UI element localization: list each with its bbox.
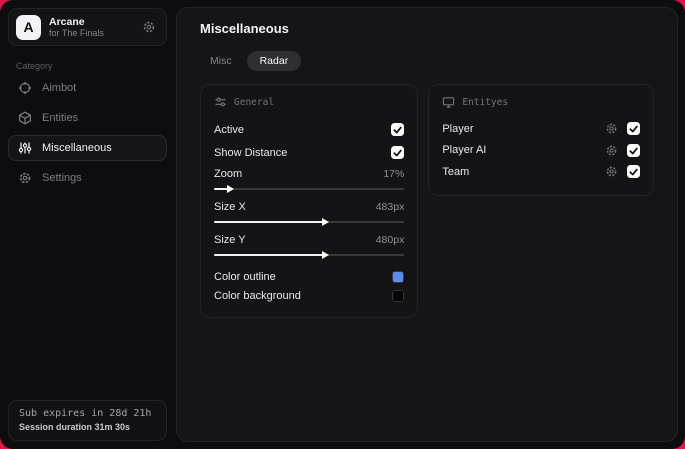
slider-thumb[interactable] xyxy=(322,218,330,226)
slider-fill xyxy=(214,254,325,256)
entity-label: Player AI xyxy=(442,144,487,157)
slider-labels: Size Y 480px xyxy=(214,234,404,246)
show-distance-checkbox[interactable] xyxy=(391,146,405,159)
slider-value: 17% xyxy=(383,168,405,180)
slider-value: 483px xyxy=(375,201,405,213)
gear-icon[interactable] xyxy=(605,144,618,157)
app-logo: A xyxy=(16,14,41,40)
color-label: Color outline xyxy=(214,270,276,283)
slider-labels: Size X 483px xyxy=(214,201,404,213)
sidebar-item-label: Entities xyxy=(42,112,79,124)
general-card: General Active Show Distance Zoom 17% Si… xyxy=(200,84,419,318)
general-card-header: General xyxy=(214,96,404,109)
entities-card-title: Entityes xyxy=(462,97,509,108)
sidebar-item-label: Settings xyxy=(42,172,82,184)
gear-icon[interactable] xyxy=(605,122,618,135)
color-outline-swatch[interactable] xyxy=(392,270,405,283)
entity-controls xyxy=(605,165,640,179)
tab-misc[interactable]: Misc xyxy=(200,51,242,71)
entity-row-team: Team xyxy=(442,161,640,183)
entity-label: Player xyxy=(442,122,474,135)
entity-row-player-ai: Player AI xyxy=(442,140,640,162)
subscription-card: Sub expires in 28d 21h Session duration … xyxy=(8,400,167,441)
zoom-slider[interactable] xyxy=(214,185,405,193)
slider-label: Size Y xyxy=(214,234,246,246)
cards-row: General Active Show Distance Zoom 17% Si… xyxy=(200,84,654,318)
tab-radar[interactable]: Radar xyxy=(246,51,302,71)
entity-row-player: Player xyxy=(442,118,640,140)
sub-expires-text: Sub expires in 28d 21h xyxy=(19,408,152,419)
sidebar-nav: Aimbot Entities Miscellaneous ······· Se… xyxy=(8,75,167,191)
player-ai-checkbox[interactable] xyxy=(627,143,640,157)
entity-label: Team xyxy=(442,165,470,178)
monitor-icon xyxy=(442,96,455,109)
color-label: Color background xyxy=(214,289,301,302)
slider-thumb[interactable] xyxy=(322,251,330,259)
slider-group-size-y: Size Y 480px xyxy=(214,234,405,259)
session-duration-text: Session duration 31m 30s xyxy=(19,422,131,432)
size-y-slider[interactable] xyxy=(214,251,405,259)
sidebar-item-entities[interactable]: Entities xyxy=(8,105,167,131)
toggle-row-show-distance: Show Distance xyxy=(214,141,405,164)
sidebar-item-label: Miscellaneous xyxy=(42,142,112,154)
app-text: Arcane for The Finals xyxy=(49,16,134,38)
slider-group-zoom: Zoom 17% xyxy=(214,168,405,193)
toggle-label: Show Distance xyxy=(214,146,288,159)
app-window: A Arcane for The Finals Category Aimbot xyxy=(0,0,685,449)
slider-label: Size X xyxy=(214,201,246,213)
slider-value: 480px xyxy=(375,234,405,246)
entities-card: Entityes Player Player AI Team xyxy=(428,84,654,196)
sidebar-item-aimbot[interactable]: Aimbot xyxy=(8,75,167,101)
app-name: Arcane xyxy=(49,15,85,28)
tab-bar: Misc Radar xyxy=(200,51,654,71)
app-subtitle: for The Finals xyxy=(49,27,104,38)
main-panel: Miscellaneous Misc Radar General Active xyxy=(176,7,678,442)
page-title: Miscellaneous xyxy=(200,21,289,36)
crosshair-icon xyxy=(18,81,32,95)
size-x-slider[interactable] xyxy=(214,218,405,226)
drag-dots-decoration: ······· xyxy=(123,150,156,159)
color-row-outline: Color outline xyxy=(214,267,405,286)
app-header-card: A Arcane for The Finals xyxy=(8,8,167,46)
cube-icon xyxy=(18,111,32,125)
sidebar: A Arcane for The Finals Category Aimbot xyxy=(0,0,175,449)
toggle-label: Active xyxy=(214,123,244,136)
gear-icon[interactable] xyxy=(605,165,618,178)
entities-card-header: Entityes xyxy=(442,96,640,109)
toggle-row-active: Active xyxy=(214,118,405,141)
sidebar-item-settings[interactable]: Settings xyxy=(8,165,167,191)
entity-controls xyxy=(605,122,640,136)
slider-fill xyxy=(214,221,325,223)
category-label: Category xyxy=(16,61,53,71)
color-background-swatch[interactable] xyxy=(392,289,405,302)
sliders-vertical-icon xyxy=(18,141,32,155)
slider-group-size-x: Size X 483px xyxy=(214,201,405,226)
color-row-background: Color background xyxy=(214,286,405,305)
slider-thumb[interactable] xyxy=(227,185,235,193)
slider-label: Zoom xyxy=(214,168,243,180)
sliders-horizontal-icon xyxy=(214,96,227,109)
sidebar-item-miscellaneous[interactable]: Miscellaneous ······· xyxy=(8,135,167,161)
gear-icon xyxy=(18,171,32,185)
entity-controls xyxy=(605,143,640,157)
team-checkbox[interactable] xyxy=(627,165,640,179)
active-checkbox[interactable] xyxy=(391,123,405,136)
gear-icon[interactable] xyxy=(142,20,156,34)
sidebar-item-label: Aimbot xyxy=(42,82,77,94)
slider-labels: Zoom 17% xyxy=(214,168,404,180)
general-card-title: General xyxy=(234,97,275,108)
player-checkbox[interactable] xyxy=(627,122,640,136)
